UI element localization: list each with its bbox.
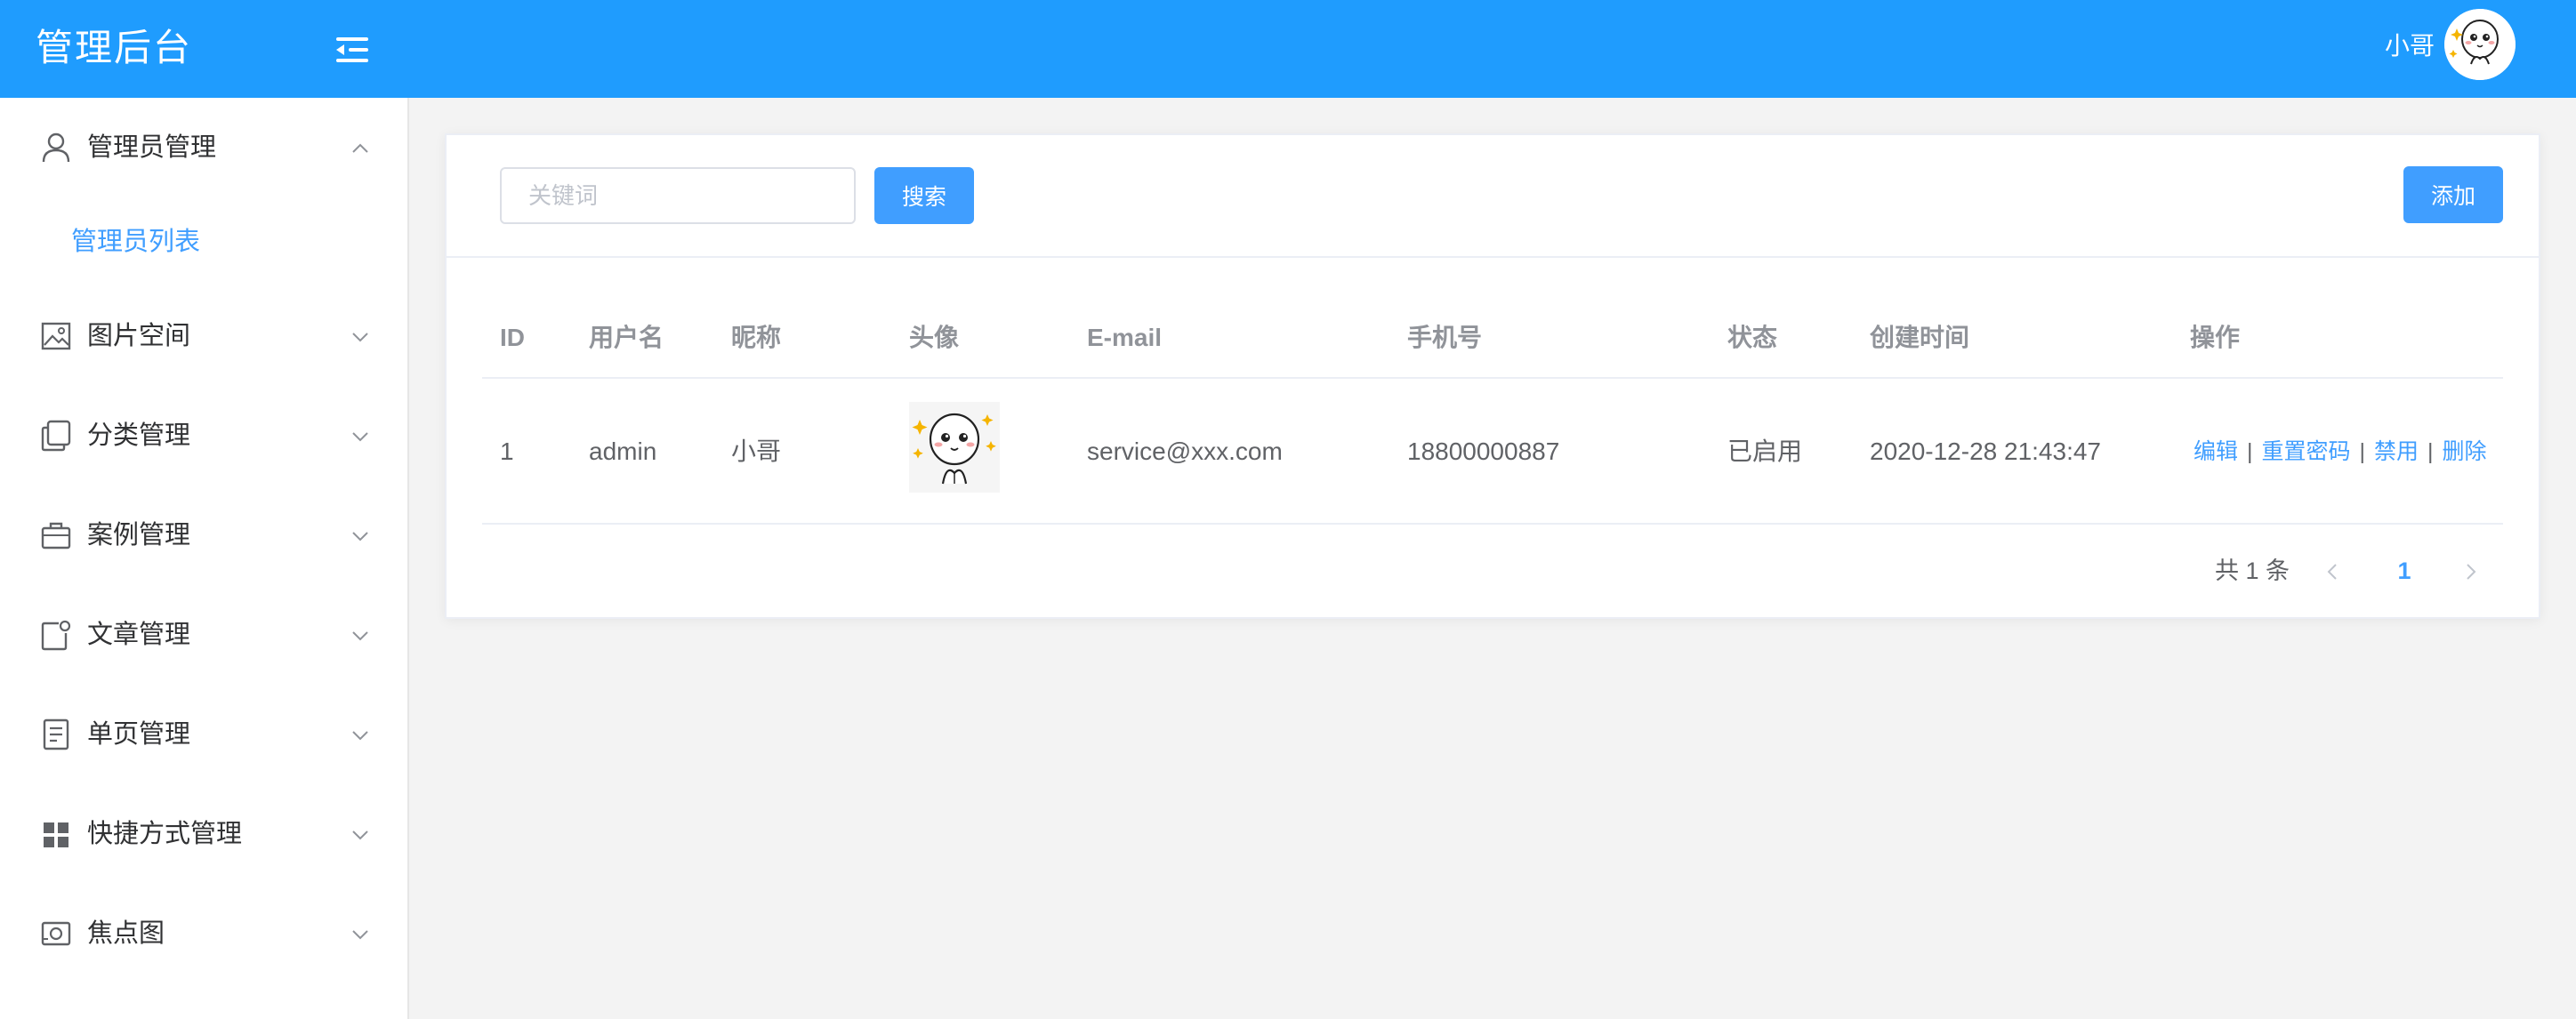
column-header-actions: 操作 [2190, 324, 2241, 351]
cell-username: admin [589, 437, 657, 465]
sidebar-item-label: 案例管理 [87, 521, 191, 550]
action-separator: | [2427, 439, 2434, 464]
toolbar: 搜索 添加 [447, 135, 2539, 258]
grid-icon [41, 818, 71, 850]
user-name[interactable]: 小哥 [2385, 28, 2435, 64]
cell-id: 1 [500, 437, 514, 465]
column-header-username: 用户名 [589, 324, 664, 351]
sidebar-item-label: 图片空间 [87, 322, 191, 350]
user-icon [41, 132, 71, 164]
sidebar-item-article-management[interactable]: 文章管理 [0, 599, 407, 670]
column-header-id: ID [500, 324, 525, 351]
cell-email: service@xxx.com [1087, 437, 1283, 465]
sidebar-item-shortcut-management[interactable]: 快捷方式管理 [0, 798, 407, 870]
chevron-down-icon [350, 726, 370, 745]
chevron-up-icon [350, 139, 370, 158]
app-title: 管理后台 [36, 27, 193, 68]
article-icon [41, 619, 71, 651]
sidebar-item-case-management[interactable]: 案例管理 [0, 500, 407, 571]
chevron-right-icon[interactable] [2457, 558, 2483, 585]
sidebar-subitem-admin-list[interactable]: 管理员列表 [0, 206, 407, 277]
copy-icon [41, 420, 71, 452]
action-separator: | [2247, 439, 2253, 464]
action-separator: | [2359, 439, 2366, 464]
sidebar-item-admin-management[interactable]: 管理员管理 [0, 112, 407, 183]
chevron-down-icon [350, 925, 370, 944]
sidebar-item-label: 管理员管理 [87, 133, 217, 162]
column-header-avatar: 头像 [909, 324, 960, 351]
admin-list-card: 搜索 添加 ID 用户名 昵称 头像 E-mail 手机号 状态 创建时间 操作… [445, 133, 2540, 619]
avatar [909, 402, 1000, 493]
column-header-nickname: 昵称 [731, 324, 782, 351]
divider [482, 377, 2503, 379]
add-button[interactable]: 添加 [2403, 166, 2503, 223]
row-actions: 编辑 | 重置密码 | 禁用 | 删除 [2194, 436, 2487, 468]
cell-nickname: 小哥 [731, 437, 782, 465]
disable-link[interactable]: 禁用 [2374, 439, 2419, 464]
chevron-left-icon[interactable] [2320, 558, 2347, 585]
sidebar-subitem-label: 管理员列表 [71, 228, 201, 256]
column-header-email: E-mail [1087, 324, 1163, 351]
sidebar-item-picture-space[interactable]: 图片空间 [0, 301, 407, 372]
picture-icon [41, 320, 71, 352]
search-input[interactable] [500, 167, 856, 224]
sidebar-item-label: 分类管理 [87, 421, 191, 450]
sidebar: 管理员管理 管理员列表 图片空间 分类管理 案例管理 文章管理 单页管理 快捷方… [0, 98, 409, 1019]
sidebar-item-label: 快捷方式管理 [87, 820, 243, 848]
sidebar-item-focus-image[interactable]: 焦点图 [0, 898, 407, 969]
photo-frame-icon [41, 918, 71, 950]
chevron-down-icon [350, 526, 370, 546]
cell-phone: 18800000887 [1407, 437, 1560, 465]
briefcase-icon [41, 519, 71, 551]
chevron-down-icon [350, 825, 370, 845]
sidebar-item-label: 单页管理 [87, 720, 191, 749]
chevron-down-icon [350, 427, 370, 446]
cell-created: 2020-12-28 21:43:47 [1870, 437, 2101, 465]
top-header: 管理后台 小哥 [0, 0, 2576, 98]
search-button[interactable]: 搜索 [874, 167, 974, 224]
sidebar-item-label: 文章管理 [87, 621, 191, 649]
divider [482, 523, 2503, 525]
pagination-total: 共 1 条 [2215, 558, 2290, 584]
column-header-created: 创建时间 [1870, 324, 1970, 351]
sidebar-item-category-management[interactable]: 分类管理 [0, 400, 407, 471]
edit-link[interactable]: 编辑 [2194, 439, 2238, 464]
sidebar-item-single-page-management[interactable]: 单页管理 [0, 699, 407, 770]
delete-link[interactable]: 删除 [2443, 439, 2487, 464]
menu-fold-icon[interactable] [336, 36, 368, 64]
chevron-down-icon [350, 327, 370, 347]
pagination-page[interactable]: 1 [2391, 553, 2418, 589]
cell-status: 已启用 [1727, 437, 1803, 465]
document-icon [41, 718, 71, 750]
column-header-phone: 手机号 [1407, 324, 1483, 351]
avatar[interactable] [2444, 9, 2516, 80]
chevron-down-icon [350, 626, 370, 646]
sidebar-item-label: 焦点图 [87, 919, 165, 948]
reset-password-link[interactable]: 重置密码 [2262, 439, 2351, 464]
column-header-status: 状态 [1727, 324, 1778, 351]
